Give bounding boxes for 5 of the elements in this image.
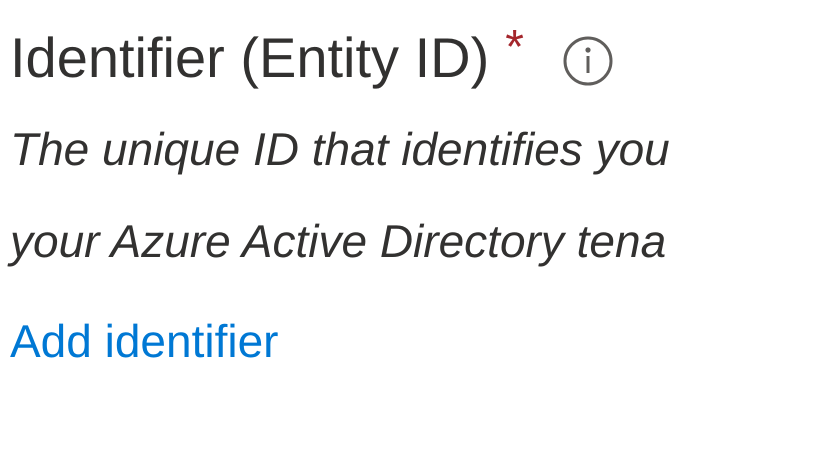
- description-line: your Azure Active Directory tena: [10, 218, 828, 264]
- info-icon: [562, 35, 614, 87]
- description-line: The unique ID that identifies you: [10, 126, 671, 172]
- add-identifier-link[interactable]: Add identifier: [10, 318, 278, 364]
- required-mark: *: [505, 24, 524, 72]
